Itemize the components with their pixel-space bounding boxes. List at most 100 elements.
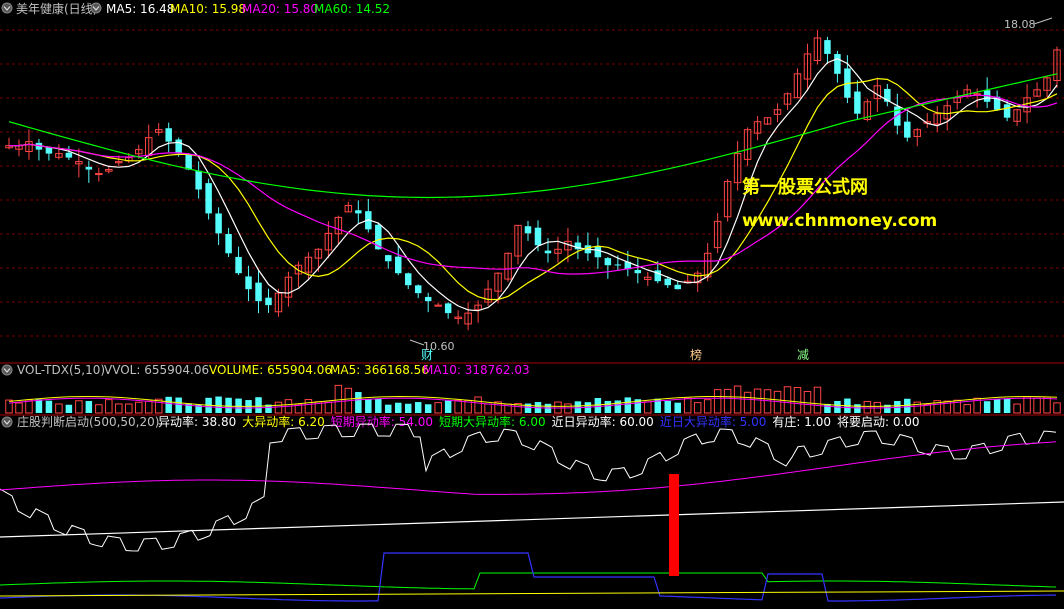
ma60-label: MA60: 14.52 xyxy=(314,2,390,16)
candle-down xyxy=(674,284,681,290)
volume-bar-down xyxy=(365,399,372,413)
indicator-menu-icon[interactable] xyxy=(1,416,13,428)
candle-down xyxy=(824,40,831,54)
volume-bar-down xyxy=(165,396,172,413)
candle-down xyxy=(664,278,671,286)
candle-down xyxy=(255,282,262,302)
candle-down xyxy=(614,264,622,266)
indicator-name: 庄股判断启动(500,50,20) xyxy=(17,414,159,429)
volume-bar-down xyxy=(175,397,182,413)
volume-bar-down xyxy=(215,396,222,413)
volume-bar-down xyxy=(355,392,362,413)
ma5-label: MA5: 16.48 xyxy=(106,2,174,16)
volume-bar-down xyxy=(604,400,612,413)
indicator-value-2: 短期异动率: 54.00 xyxy=(331,414,433,429)
volume-bar-down xyxy=(395,402,402,413)
ma-menu-icon[interactable] xyxy=(90,2,102,14)
volume-name: VOL-TDX(5,10) xyxy=(17,363,105,377)
candle-down xyxy=(205,183,212,214)
candle-down xyxy=(424,296,432,302)
candle-down xyxy=(534,227,542,246)
main-menu-icon[interactable] xyxy=(1,2,13,14)
volume-bar-down xyxy=(854,404,861,413)
indicator-value-4: 近日异动率: 60.00 xyxy=(552,414,654,429)
indicator-value-1: 大异动率: 6.20 xyxy=(242,414,325,429)
candle-down xyxy=(235,256,242,274)
candle-down xyxy=(355,210,362,214)
indicator-value-5: 近日大异动率: 5.00 xyxy=(660,414,767,429)
chart-background xyxy=(0,0,1064,609)
candle-down xyxy=(524,226,532,234)
indicator-header: 庄股判断启动(500,50,20) 异动率: 38.80 大异动率: 6.20 短期… xyxy=(1,414,920,429)
candle-down xyxy=(195,170,202,190)
indicator-value-6: 有庄: 1.00 xyxy=(772,414,831,429)
indicator-values: 异动率: 38.80 大异动率: 6.20 短期异动率: 54.00 短期大异动率: … xyxy=(158,414,920,429)
vol-ma10-label: MA10: 318762.03 xyxy=(423,363,530,377)
volume-bar-down xyxy=(414,402,422,413)
ma20-label: MA20: 15.80 xyxy=(242,2,318,16)
volume-bar-down xyxy=(904,398,911,413)
tag-list[interactable]: 榜 xyxy=(690,347,702,362)
tag-reduce[interactable]: 减 xyxy=(797,348,809,362)
high-price-label: 18.08 xyxy=(1004,18,1036,31)
candle-down xyxy=(85,166,93,170)
watermark-url: www.chnmoney.com xyxy=(742,211,937,231)
candle-down xyxy=(225,234,232,254)
volume-bar-down xyxy=(375,398,382,413)
volume-bar-down xyxy=(1003,398,1011,413)
candle-down xyxy=(395,256,402,274)
candle-down xyxy=(65,152,73,158)
candle-down xyxy=(185,154,192,170)
volume-bar-down xyxy=(404,403,412,413)
volume-bar-down xyxy=(664,400,671,413)
volume-bar-down xyxy=(255,397,262,413)
volume-bar-down xyxy=(225,397,232,413)
volume-bar-down xyxy=(65,404,73,413)
volume-bar-down xyxy=(45,400,53,413)
candle-down xyxy=(175,139,182,154)
candle-down xyxy=(265,297,272,306)
stock-chart: 美年健康(日线) MA5: 16.48 MA10: 15.98 MA20: 15… xyxy=(0,0,1064,609)
volume-bar-down xyxy=(614,400,622,413)
candle-down xyxy=(604,258,612,266)
candle-down xyxy=(215,213,222,234)
volume-bar-down xyxy=(424,404,432,413)
candle-down xyxy=(165,128,172,142)
candle-down xyxy=(594,246,602,258)
indicator-value-0: 异动率: 38.80 xyxy=(158,414,236,429)
volume-bar-down xyxy=(624,397,632,413)
indicator-value-3: 短期大异动率: 6.00 xyxy=(439,414,546,429)
volume-bar-down xyxy=(983,401,991,413)
volume-bar-down xyxy=(35,399,43,413)
ma10-label: MA10: 15.98 xyxy=(170,2,246,16)
candle-down xyxy=(1003,104,1011,118)
tag-finance[interactable]: 财 xyxy=(421,348,433,362)
volume-bar-down xyxy=(444,400,452,413)
candle-down xyxy=(444,303,452,314)
candle-down xyxy=(634,270,642,274)
volume-bar-down xyxy=(674,402,681,413)
candle-down xyxy=(544,250,552,254)
candle-down xyxy=(904,121,911,138)
volume-bar-down xyxy=(235,398,242,413)
candle-up xyxy=(95,173,103,176)
main-header: 美年健康(日线) MA5: 16.48 MA10: 15.98 MA20: 15… xyxy=(1,1,390,16)
candle-down xyxy=(414,285,422,294)
volume-bar-down xyxy=(385,404,392,413)
watermark-cn: 第一股票公式网 xyxy=(742,176,868,198)
volume-menu-icon[interactable] xyxy=(1,364,13,376)
candle-down xyxy=(404,273,412,286)
vol-ma5-label: MA5: 366168.56 xyxy=(330,363,429,377)
volume-header: VOL-TDX(5,10) VVOL: 655904.06 VOLUME: 65… xyxy=(1,363,530,377)
vvol-label: VVOL: 655904.06 xyxy=(104,363,209,377)
candle-down xyxy=(245,276,252,290)
volume-label: VOLUME: 655904.06 xyxy=(209,363,332,377)
indicator-value-7: 将要启动: 0.00 xyxy=(837,415,920,429)
candle-down xyxy=(45,147,53,154)
volume-bar-down xyxy=(85,400,93,413)
candle-down xyxy=(385,255,392,262)
indicator-signal-bar xyxy=(669,474,679,576)
stock-name: 美年健康(日线) xyxy=(16,1,97,16)
volume-bar-down xyxy=(824,403,831,413)
volume-bar-down xyxy=(993,398,1001,413)
